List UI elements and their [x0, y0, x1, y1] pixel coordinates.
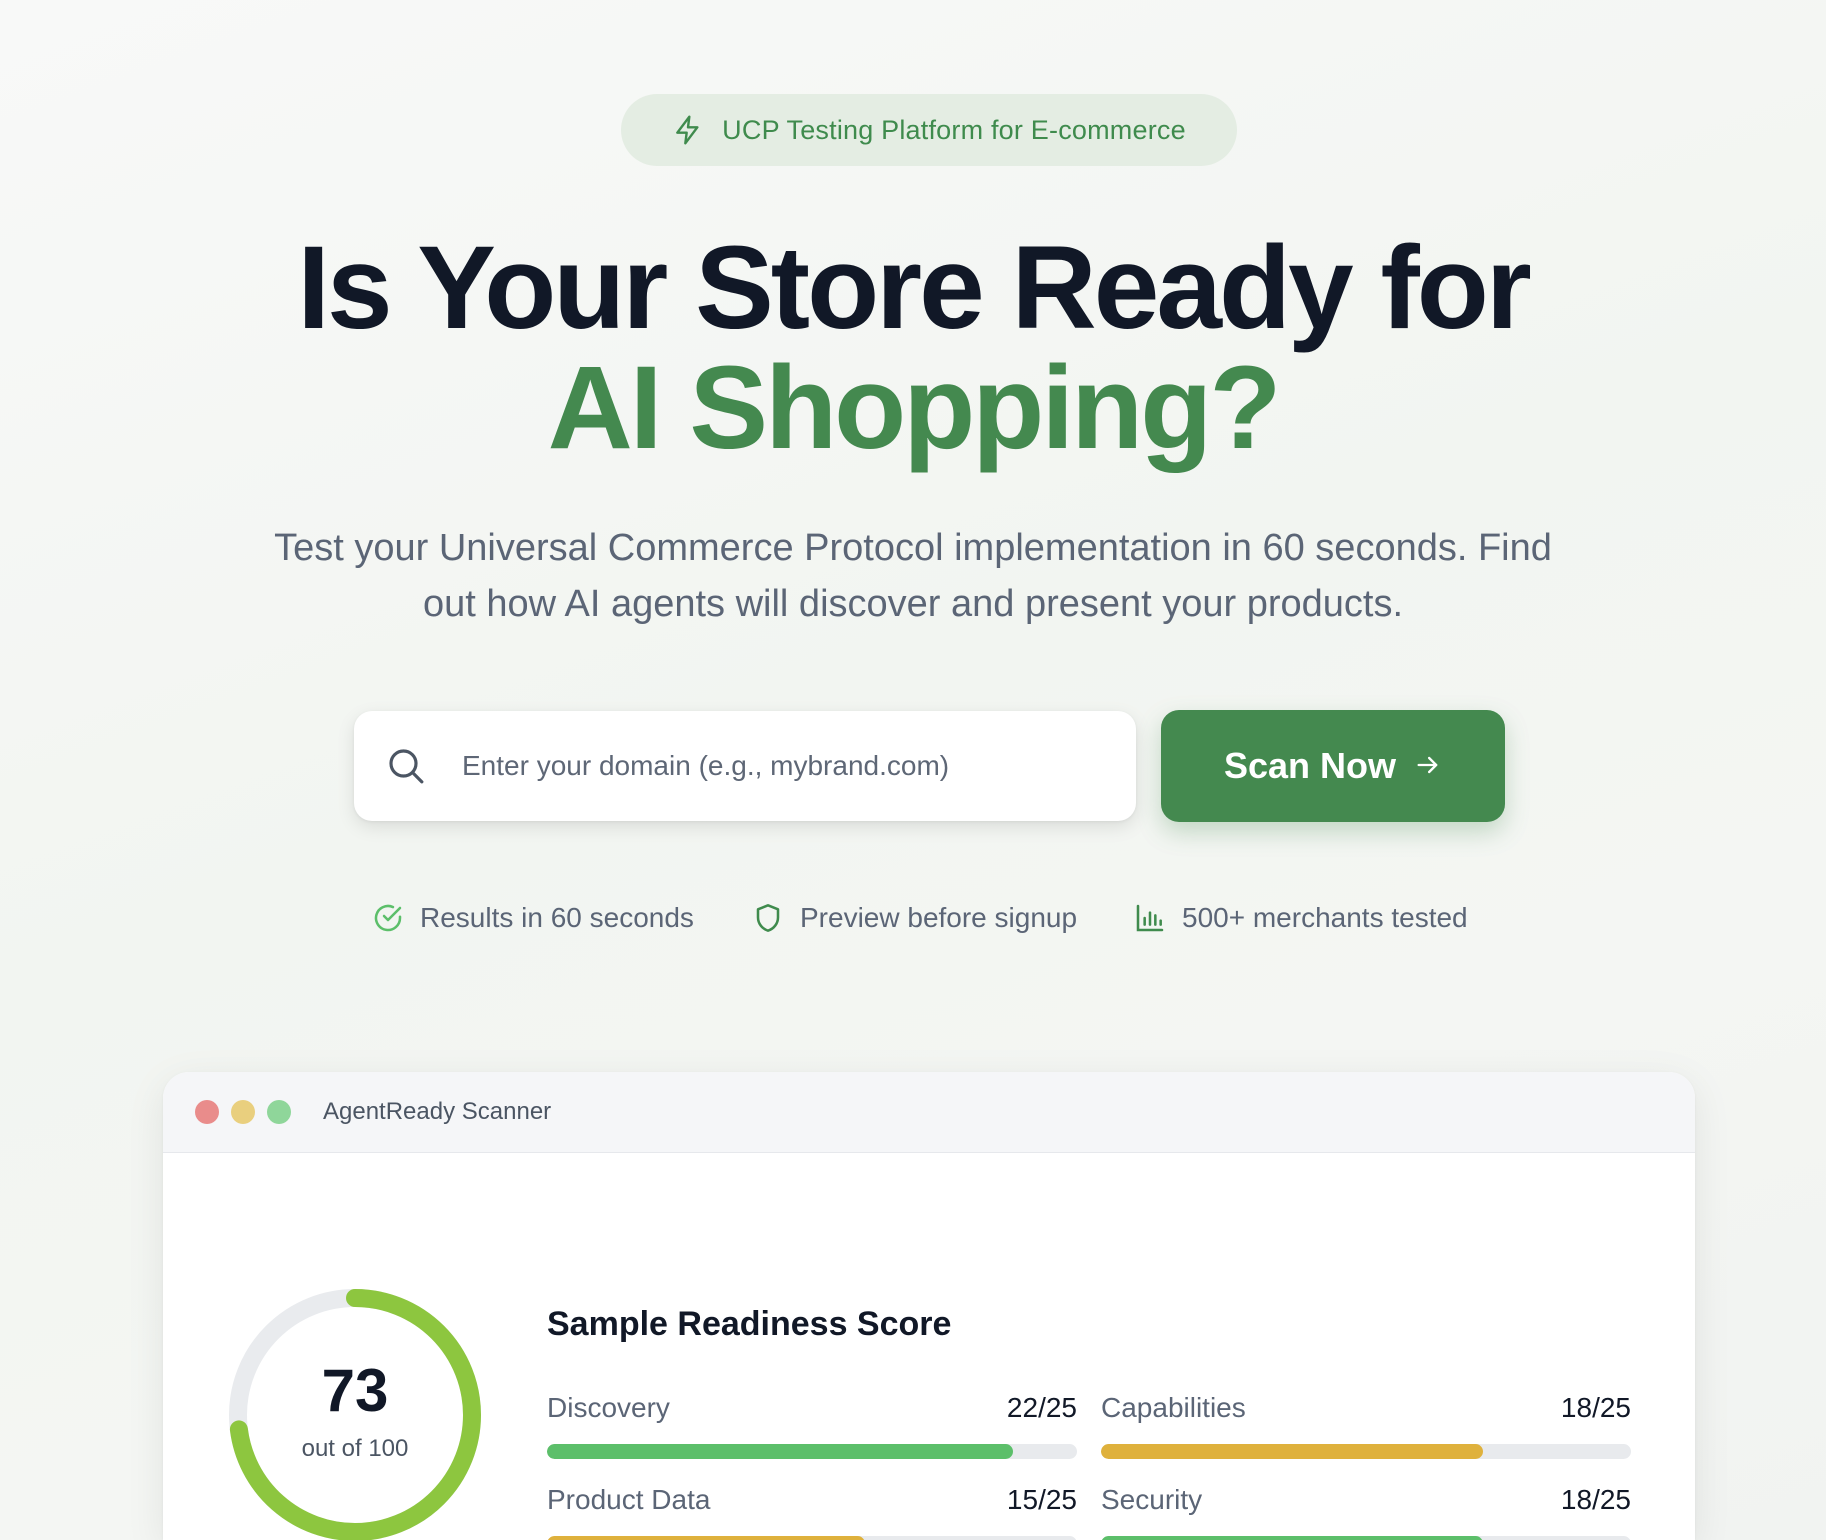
window-close-dot[interactable] — [195, 1100, 219, 1124]
metric-value: 15/25 — [1006, 1484, 1077, 1515]
metric-fill — [1101, 1444, 1483, 1459]
landing-page: UCP Testing Platform for E-commerce Is Y… — [0, 0, 1826, 1540]
readiness-score-title: Sample Readiness Score — [547, 1305, 952, 1343]
feature-label: Results in 60 seconds — [420, 902, 694, 933]
metric-fill — [547, 1536, 865, 1540]
feature-preview: Preview before signup — [752, 902, 1077, 934]
metric-fill — [547, 1444, 1014, 1459]
metric-value: 18/25 — [1560, 1392, 1631, 1423]
headline-line-1: Is Your Store Ready for — [297, 222, 1532, 354]
metric-label: Discovery — [547, 1392, 670, 1423]
search-icon — [386, 746, 426, 786]
hero-subtitle: Test your Universal Commerce Protocol im… — [274, 527, 1552, 625]
feature-label: Preview before signup — [800, 902, 1078, 933]
feature-list: Results in 60 seconds Preview before sig… — [0, 902, 1826, 942]
metric-value: 22/25 — [1006, 1392, 1077, 1423]
metric-label: Capabilities — [1101, 1392, 1246, 1423]
metric-track — [1101, 1444, 1631, 1459]
metric-value: 18/25 — [1560, 1484, 1631, 1515]
feature-label: 500+ merchants tested — [1182, 902, 1468, 933]
scan-now-button[interactable]: Scan Now — [1161, 710, 1505, 822]
metric-track — [1101, 1536, 1631, 1540]
hero-headline: Is Your Store Ready for AI Shopping? — [0, 228, 1826, 468]
scanner-window-title: AgentReady Scanner — [323, 1098, 552, 1125]
score-gauge: 73 out of 100 — [227, 1287, 483, 1540]
lightning-icon — [672, 114, 704, 146]
metric-label: Security — [1101, 1484, 1203, 1515]
shield-icon — [752, 902, 784, 934]
domain-search-box[interactable] — [354, 711, 1136, 821]
platform-badge: UCP Testing Platform for E-commerce — [621, 94, 1237, 166]
window-minimize-dot[interactable] — [231, 1100, 255, 1124]
feature-results: Results in 60 seconds — [372, 902, 694, 934]
metric-security: Security 18/25 — [1101, 1482, 1631, 1540]
scan-now-label: Scan Now — [1223, 745, 1397, 786]
metric-track — [547, 1444, 1077, 1459]
metric-label: Product Data — [547, 1484, 711, 1515]
metric-track — [547, 1536, 1077, 1540]
scanner-window-header: AgentReady Scanner — [163, 1072, 1695, 1153]
check-circle-icon — [372, 902, 404, 934]
metric-fill — [1101, 1536, 1483, 1540]
metric-product-data: Product Data 15/25 — [547, 1482, 1077, 1540]
metric-capabilities: Capabilities 18/25 — [1101, 1390, 1631, 1459]
headline-line-2: AI Shopping? — [547, 342, 1282, 474]
feature-merchants: 500+ merchants tested — [1134, 902, 1468, 934]
score-caption: out of 100 — [301, 1435, 409, 1462]
domain-input[interactable] — [460, 749, 1104, 783]
arrow-right-icon — [1414, 751, 1442, 782]
badge-text: UCP Testing Platform for E-commerce — [722, 114, 1186, 145]
scanner-window: AgentReady Scanner 73 out of 100 Sample … — [163, 1072, 1695, 1540]
score-value: 73 — [321, 1357, 389, 1424]
scanner-body: 73 out of 100 Sample Readiness Score Dis… — [163, 1153, 1695, 1540]
bar-chart-icon — [1134, 902, 1166, 934]
window-maximize-dot[interactable] — [267, 1100, 291, 1124]
metric-discovery: Discovery 22/25 — [547, 1390, 1077, 1459]
